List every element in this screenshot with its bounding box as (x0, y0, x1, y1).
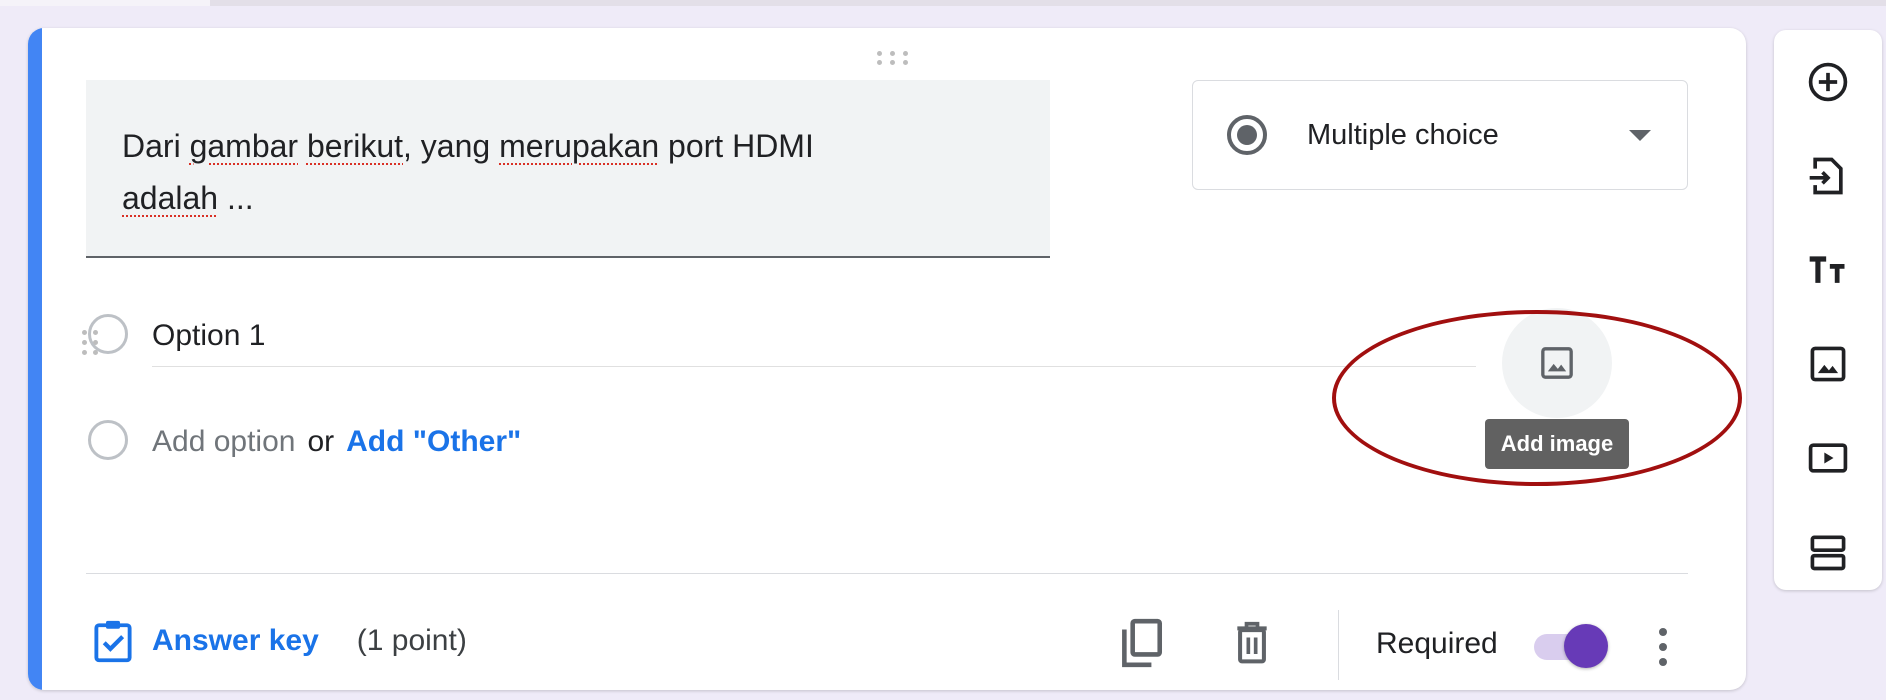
question-text: Dari (122, 128, 190, 164)
answer-key-button[interactable]: Answer key (1 point) (92, 616, 467, 666)
add-section-icon[interactable] (1794, 518, 1862, 586)
highlight-annotation (1332, 310, 1742, 486)
add-option-radio-icon (88, 420, 128, 460)
card-accent-bar (28, 28, 42, 690)
top-strip (0, 0, 1886, 6)
add-option-row: Add option or Add "Other" (152, 424, 521, 460)
option-radio-icon (88, 314, 128, 354)
question-text: adalah (122, 180, 219, 216)
question-type-dropdown[interactable]: Multiple choice (1192, 80, 1688, 190)
checklist-icon (94, 620, 132, 663)
question-text: , yang (403, 128, 500, 164)
question-text: merupakan (499, 128, 660, 164)
question-text: port HDMI (659, 128, 814, 164)
add-title-icon[interactable] (1794, 236, 1862, 304)
question-text (298, 128, 307, 164)
option-underline (152, 366, 1476, 367)
radio-button-checked-icon (1227, 115, 1267, 155)
import-questions-icon[interactable] (1794, 142, 1862, 210)
required-label: Required (1376, 627, 1498, 660)
question-text: gambar (189, 128, 299, 164)
question-text: berikut (306, 128, 403, 164)
points-label: (1 point) (356, 624, 467, 657)
add-image-icon[interactable] (1794, 330, 1862, 398)
top-strip-left (0, 0, 210, 6)
question-card[interactable]: Dari gambar berikut, yang merupakan port… (28, 28, 1746, 690)
question-title-input[interactable]: Dari gambar berikut, yang merupakan port… (86, 80, 1050, 258)
dropdown-arrow-icon (1629, 129, 1651, 141)
toggle-knob (1564, 624, 1608, 668)
more-options-icon[interactable] (1646, 622, 1680, 672)
or-text: or (307, 425, 335, 458)
question-text: ... (218, 180, 254, 216)
answer-key-label: Answer key (152, 624, 319, 657)
footer-divider (86, 573, 1688, 574)
drag-handle-icon[interactable] (870, 48, 914, 68)
add-video-icon[interactable] (1794, 424, 1862, 492)
add-option-button[interactable]: Add option (152, 425, 295, 458)
duplicate-icon[interactable] (1114, 616, 1168, 670)
add-other-button[interactable]: Add "Other" (346, 425, 521, 458)
side-toolbar (1774, 30, 1882, 590)
question-type-label: Multiple choice (1307, 118, 1499, 151)
add-question-icon[interactable] (1794, 48, 1862, 116)
required-toggle[interactable] (1528, 624, 1608, 668)
footer-vertical-divider (1338, 610, 1339, 680)
option-1-input[interactable]: Option 1 (152, 318, 265, 354)
delete-icon[interactable] (1226, 616, 1278, 670)
